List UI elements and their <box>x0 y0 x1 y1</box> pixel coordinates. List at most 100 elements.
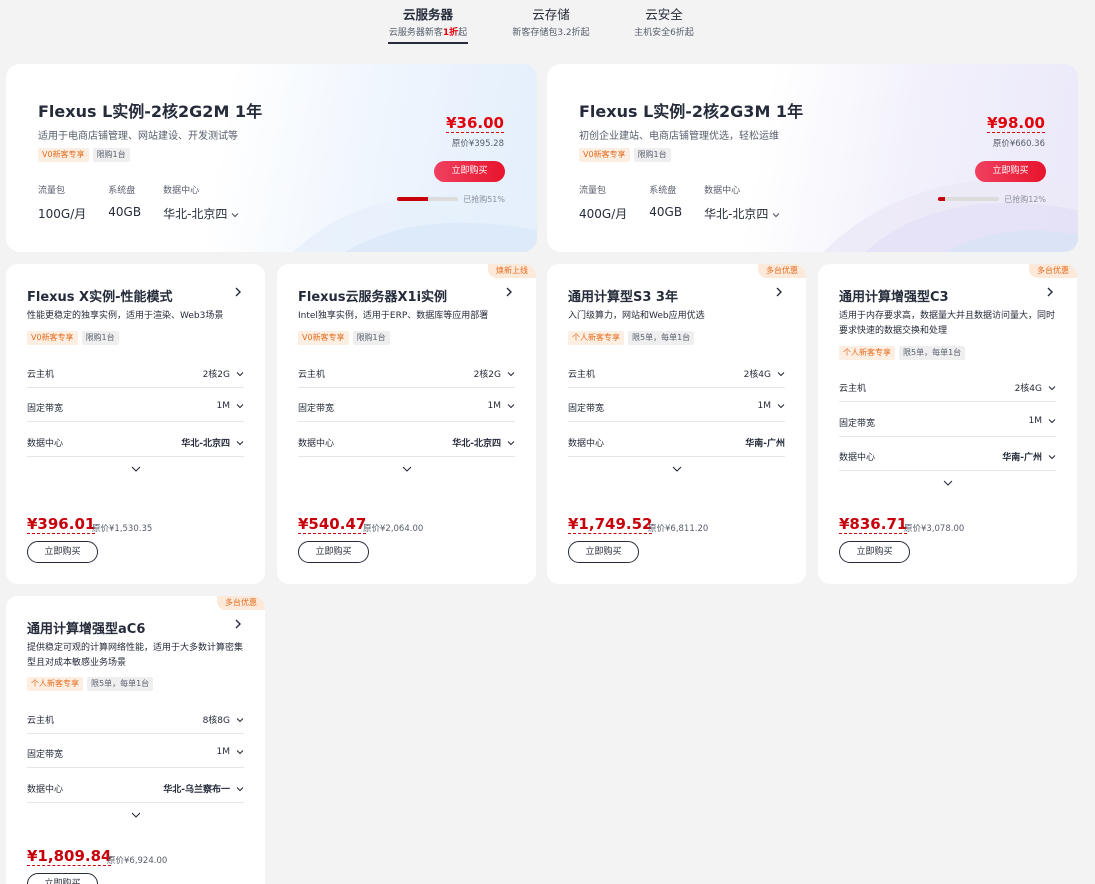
chevron-right-icon[interactable] <box>233 618 243 630</box>
datacenter-select[interactable]: 华北-北京四 <box>163 205 239 222</box>
config-row-bandwidth[interactable]: 固定带宽 1M <box>568 396 785 422</box>
config-select[interactable]: 2核4G <box>1015 381 1056 394</box>
card-title: Flexus X实例-性能模式 <box>27 290 173 305</box>
tab-cloud-server[interactable]: 云服务器 云服务器新客1折起 <box>388 6 468 44</box>
spec-value: 400G/月 <box>579 207 628 221</box>
chevron-down-icon <box>236 440 244 445</box>
config-label: 云主机 <box>839 384 867 394</box>
featured-specs: 流量包 400G/月 系统盘 40GB 数据中心 华北-北京四 <box>579 185 802 222</box>
buy-now-button[interactable]: 立即购买 <box>27 873 98 884</box>
config-select[interactable]: 华北-北京四 <box>452 436 515 449</box>
config-row-instance[interactable]: 云主机 2核4G <box>568 362 785 388</box>
card-price: ¥540.47 <box>298 515 367 534</box>
featured-title: Flexus L实例-2核2G3M 1年 <box>579 102 804 121</box>
product-card: Flexus X实例-性能模式 性能更稳定的独享实例，适用于渲染、Web3场景 … <box>6 264 265 584</box>
config-row-bandwidth[interactable]: 固定带宽 1M <box>27 742 244 768</box>
config-label: 固定带宽 <box>27 404 64 414</box>
buy-now-button[interactable]: 立即购买 <box>975 161 1046 182</box>
tab-subtitle: 主机安全6折起 <box>634 28 694 38</box>
expand-more-icon[interactable] <box>131 811 141 819</box>
config-select[interactable]: 华北-乌兰察布一 <box>163 782 244 795</box>
product-tabs: 云服务器 云服务器新客1折起 云存储 新客存储包3.2折起 云安全 主机安全6折… <box>0 6 1095 46</box>
config-select[interactable]: 1M <box>488 401 516 411</box>
config-select[interactable]: 2核2G <box>203 367 244 380</box>
featured-tags: V0新客专享 限购1台 <box>579 148 671 162</box>
config-select[interactable]: 1M <box>217 747 245 757</box>
buy-now-button[interactable]: 立即购买 <box>434 161 505 182</box>
config-row-bandwidth[interactable]: 固定带宽 1M <box>27 396 244 422</box>
config-row-datacenter[interactable]: 数据中心 华北-北京四 <box>27 431 244 457</box>
chevron-right-icon[interactable] <box>774 286 784 298</box>
chevron-right-icon[interactable] <box>504 286 514 298</box>
chevron-down-icon <box>236 371 244 376</box>
spec-datacenter[interactable]: 数据中心 华北-北京四 <box>704 185 780 222</box>
config-select[interactable]: 华北-北京四 <box>181 436 244 449</box>
card-description: 性能更稳定的独享实例，适用于渲染、Web3场景 <box>27 311 224 321</box>
card-price: ¥1,749.52 <box>568 515 653 534</box>
config-label: 固定带宽 <box>839 419 876 429</box>
tag-new-customer: V0新客专享 <box>38 148 89 162</box>
chevron-down-icon <box>772 213 780 218</box>
chevron-down-icon <box>507 371 515 376</box>
config-select[interactable]: 1M <box>217 401 245 411</box>
spec-label: 流量包 <box>579 186 607 196</box>
config-row-datacenter[interactable]: 数据中心 华南-广州 <box>839 445 1056 471</box>
config-select[interactable]: 2核4G <box>744 367 785 380</box>
product-card: 多台优惠 通用计算型S3 3年 入门级算力，网站和Web应用优选 个人新客专享 … <box>547 264 806 584</box>
config-row-instance[interactable]: 云主机 2核2G <box>27 362 244 388</box>
spec-label: 流量包 <box>38 186 66 196</box>
card-original-price: 原价¥2,064.00 <box>363 524 424 534</box>
spec-value: 40GB <box>108 205 142 219</box>
spec-label: 系统盘 <box>108 186 136 196</box>
tab-cloud-security[interactable]: 云安全 主机安全6折起 <box>632 6 696 40</box>
chevron-right-icon[interactable] <box>1045 286 1055 298</box>
buy-now-button[interactable]: 立即购买 <box>27 541 98 563</box>
spec-label: 数据中心 <box>704 186 741 196</box>
config-row-datacenter[interactable]: 数据中心 华北-北京四 <box>298 431 515 457</box>
buy-now-button[interactable]: 立即购买 <box>839 541 910 563</box>
config-row-instance[interactable]: 云主机 2核4G <box>839 376 1056 402</box>
config-row-bandwidth[interactable]: 固定带宽 1M <box>839 411 1056 437</box>
buy-now-button[interactable]: 立即购买 <box>568 541 639 563</box>
chevron-down-icon <box>236 404 244 409</box>
tag-purchase-limit: 限购1台 <box>633 148 671 162</box>
tag-new-customer: V0新客专享 <box>298 331 349 345</box>
card-description: 入门级算力，网站和Web应用优选 <box>568 311 705 321</box>
spec-disk: 系统盘 40GB <box>649 185 682 222</box>
expand-more-icon[interactable] <box>672 465 682 473</box>
chevron-down-icon <box>777 404 785 409</box>
corner-badge: 多台优惠 <box>758 264 806 278</box>
sold-progress-bar <box>938 197 999 201</box>
tag-new-customer: V0新客专享 <box>579 148 630 162</box>
sold-progress-fill <box>938 197 946 201</box>
expand-more-icon[interactable] <box>131 465 141 473</box>
tab-active-underline <box>388 42 468 44</box>
config-label: 数据中心 <box>839 453 876 463</box>
product-card: 焕新上线 Flexus云服务器X1i实例 Intel独享实例，适用于ERP、数据… <box>277 264 536 584</box>
spec-datacenter[interactable]: 数据中心 华北-北京四 <box>163 185 239 222</box>
expand-more-icon[interactable] <box>943 479 953 487</box>
chevron-down-icon <box>507 440 515 445</box>
sold-progress-fill <box>397 197 429 201</box>
featured-price: ¥98.00 <box>987 114 1045 133</box>
card-original-price: 原价¥1,530.35 <box>92 524 153 534</box>
tag-purchase-limit: 限购1台 <box>81 331 119 345</box>
config-select[interactable]: 1M <box>1029 416 1057 426</box>
config-select[interactable]: 2核2G <box>474 367 515 380</box>
config-row-datacenter[interactable]: 数据中心 华北-乌兰察布一 <box>27 777 244 803</box>
tag-new-customer: 个人新客专享 <box>568 331 624 345</box>
datacenter-select[interactable]: 华北-北京四 <box>704 205 780 222</box>
card-title: 通用计算增强型C3 <box>839 290 949 305</box>
config-select[interactable]: 1M <box>758 401 786 411</box>
config-select[interactable]: 8核8G <box>203 713 244 726</box>
chevron-down-icon <box>236 717 244 722</box>
config-select[interactable]: 华南-广州 <box>1002 450 1056 463</box>
config-label: 固定带宽 <box>27 750 64 760</box>
chevron-right-icon[interactable] <box>233 286 243 298</box>
tab-cloud-storage[interactable]: 云存储 新客存储包3.2折起 <box>511 6 591 40</box>
config-row-instance[interactable]: 云主机 8核8G <box>27 708 244 734</box>
buy-now-button[interactable]: 立即购买 <box>298 541 369 563</box>
expand-more-icon[interactable] <box>402 465 412 473</box>
config-row-instance[interactable]: 云主机 2核2G <box>298 362 515 388</box>
config-row-bandwidth[interactable]: 固定带宽 1M <box>298 396 515 422</box>
